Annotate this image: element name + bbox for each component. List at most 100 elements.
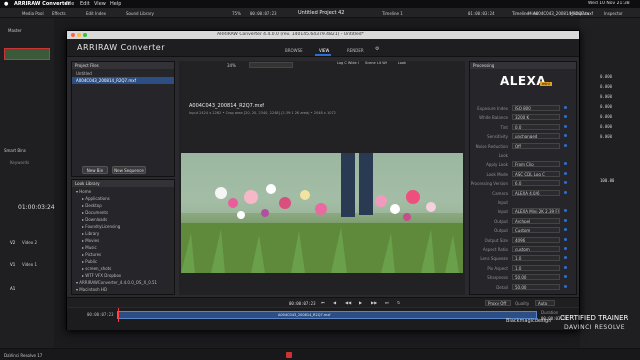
clip-thumbnail[interactable] xyxy=(4,48,50,60)
playhead[interactable] xyxy=(118,308,119,322)
look-library-item[interactable]: ▾ Macintosh HD xyxy=(72,286,174,293)
tab-effects[interactable]: Effects xyxy=(52,11,66,16)
timeline-clip[interactable]: A004C043_200814_R2Q7.mxf xyxy=(117,311,537,319)
master-label[interactable]: Master xyxy=(8,28,22,33)
play-reverse-icon[interactable]: ◀◀ xyxy=(345,300,351,305)
processing-param-value[interactable]: Archpel xyxy=(512,217,560,224)
menu-help[interactable]: Help xyxy=(110,1,121,7)
look-library-item[interactable]: ▾ Home xyxy=(72,188,174,195)
viewer-zoom[interactable]: 34% xyxy=(227,63,236,68)
viewer-zoom-slider[interactable] xyxy=(249,62,293,68)
param-reset-icon[interactable] xyxy=(564,228,567,232)
processing-param-value[interactable]: 0.0 xyxy=(512,123,560,130)
param-reset-icon[interactable] xyxy=(564,115,567,119)
look-library-item[interactable]: ▸ screen_shots xyxy=(72,265,174,272)
close-icon[interactable] xyxy=(71,33,75,37)
go-end-icon[interactable]: ⏭ xyxy=(385,300,389,305)
inspector-value-3[interactable]: 0.000 xyxy=(600,94,612,99)
toolbar-zoom[interactable]: 75% xyxy=(232,11,241,16)
processing-param-value[interactable]: 50.00 xyxy=(512,274,560,281)
param-reset-icon[interactable] xyxy=(564,171,567,175)
param-reset-icon[interactable] xyxy=(564,162,567,166)
inspector-value-4[interactable]: 0.000 xyxy=(600,104,612,109)
processing-param-value[interactable]: From Clip xyxy=(512,161,560,168)
processing-param-value[interactable]: ALEXA Mini 2K 2.39 Flex xyxy=(512,208,560,215)
smart-bins-label[interactable]: Smart Bins xyxy=(4,148,26,153)
new-bin-button[interactable]: New Bin xyxy=(82,166,108,174)
param-reset-icon[interactable] xyxy=(564,143,567,147)
toggle-look[interactable]: Look xyxy=(393,61,411,65)
look-library-item[interactable]: ▸ Music xyxy=(72,244,174,251)
processing-param-value[interactable]: 3200 K xyxy=(512,114,560,121)
param-reset-icon[interactable] xyxy=(564,218,567,222)
settings-gear-icon[interactable]: ⚙ xyxy=(375,46,379,52)
tab-browse[interactable]: BROWSE xyxy=(285,48,303,53)
tab-edit-index[interactable]: Edit Index xyxy=(86,11,106,16)
timeline-selector[interactable]: Timeline 1 xyxy=(382,11,403,16)
param-reset-icon[interactable] xyxy=(564,265,567,269)
param-reset-icon[interactable] xyxy=(564,124,567,128)
processing-param-value[interactable]: unchanged xyxy=(512,133,560,140)
look-library-item[interactable]: ▸ Documents xyxy=(72,209,174,216)
keywords-label[interactable]: Keywords xyxy=(10,160,29,165)
processing-param-value[interactable]: custom xyxy=(512,246,560,252)
step-forward-icon[interactable]: ▶▶ xyxy=(371,300,377,305)
play-icon[interactable]: ▶ xyxy=(359,300,362,305)
processing-param-value[interactable]: ALEXA 4.0/6 xyxy=(512,189,560,196)
inspector-value-6[interactable]: 0.000 xyxy=(600,124,612,129)
go-start-icon[interactable]: ⏮ xyxy=(321,300,325,305)
preset-select[interactable]: Proxy Off xyxy=(485,300,511,306)
tab-media-pool[interactable]: Media Pool xyxy=(22,11,44,16)
minimize-icon[interactable] xyxy=(77,33,81,37)
param-reset-icon[interactable] xyxy=(564,209,567,213)
param-reset-icon[interactable] xyxy=(564,275,567,279)
loop-icon[interactable]: ↻ xyxy=(397,300,400,305)
tab-view[interactable]: VIEW xyxy=(319,48,329,53)
processing-param-value[interactable]: 1.0 xyxy=(512,264,560,271)
param-reset-icon[interactable] xyxy=(564,181,567,185)
param-reset-icon[interactable] xyxy=(564,190,567,194)
inspector-value-2[interactable]: 0.000 xyxy=(600,84,612,89)
menu-file[interactable]: File xyxy=(66,1,74,7)
look-library-item[interactable]: ▸ Applications xyxy=(72,195,174,202)
tab-mixer[interactable]: Mixer xyxy=(528,11,539,16)
processing-param-value[interactable]: ASC CDL Log C xyxy=(512,170,560,177)
list-item-selected[interactable]: A004C043_200814_R2Q7.mxf xyxy=(72,77,174,84)
tab-sound-library[interactable]: Sound Library xyxy=(126,11,154,16)
look-library-item[interactable]: ▸ WTF VFX Dropbox xyxy=(72,272,174,279)
param-reset-icon[interactable] xyxy=(564,284,567,288)
toggle-log-c[interactable]: Log C Wide Gamut xyxy=(337,61,359,65)
processing-param-value[interactable]: 6.0 xyxy=(512,180,560,187)
menubar-app-name[interactable]: ARRIRAW Converter xyxy=(14,1,70,7)
look-library-item[interactable]: ▾ ARRIRAWConverter_4.4.0.0_OS_X_0.51 xyxy=(72,279,174,286)
look-library-item[interactable]: ▸ Downloads xyxy=(72,216,174,223)
inspector-value-1[interactable]: 0.000 xyxy=(600,74,612,79)
step-back-icon[interactable]: ◀ xyxy=(333,300,336,305)
look-library-item[interactable]: ▸ Library xyxy=(72,230,174,237)
look-library-item[interactable]: ▸ FoundryLicensing xyxy=(72,223,174,230)
toggle-scene-lit[interactable]: Scene Lit White xyxy=(365,61,387,65)
inspector-value-5[interactable]: 0.000 xyxy=(600,114,612,119)
menu-edit[interactable]: Edit xyxy=(80,1,90,7)
quality-select[interactable]: Auto xyxy=(535,300,555,306)
look-library-item[interactable]: ▸ Desktop xyxy=(72,202,174,209)
param-reset-icon[interactable] xyxy=(564,106,567,109)
apple-icon[interactable]: ● xyxy=(4,1,8,7)
param-reset-icon[interactable] xyxy=(564,256,567,260)
processing-param-value[interactable]: Off xyxy=(512,142,560,149)
tab-render[interactable]: RENDER xyxy=(347,48,364,53)
edit-page-icon[interactable] xyxy=(286,352,292,358)
look-library-item[interactable]: ▸ Public xyxy=(72,258,174,265)
look-library-item[interactable]: ▸ Movies xyxy=(72,237,174,244)
param-reset-icon[interactable] xyxy=(564,134,567,138)
inspector-zoom[interactable]: 100.00 xyxy=(600,178,614,183)
inspector-value-7[interactable]: 0.000 xyxy=(600,134,612,139)
processing-param-value[interactable]: 4096 xyxy=(512,236,560,243)
look-library-item[interactable]: ▸ Pictures xyxy=(72,251,174,258)
list-item[interactable]: Untitled xyxy=(72,70,174,77)
tab-metadata[interactable]: Metadata xyxy=(570,11,589,16)
maximize-icon[interactable] xyxy=(83,33,87,37)
processing-param-value[interactable]: ISO 800 xyxy=(512,105,560,111)
param-reset-icon[interactable] xyxy=(564,247,567,250)
tab-inspector[interactable]: Inspector xyxy=(604,11,623,16)
